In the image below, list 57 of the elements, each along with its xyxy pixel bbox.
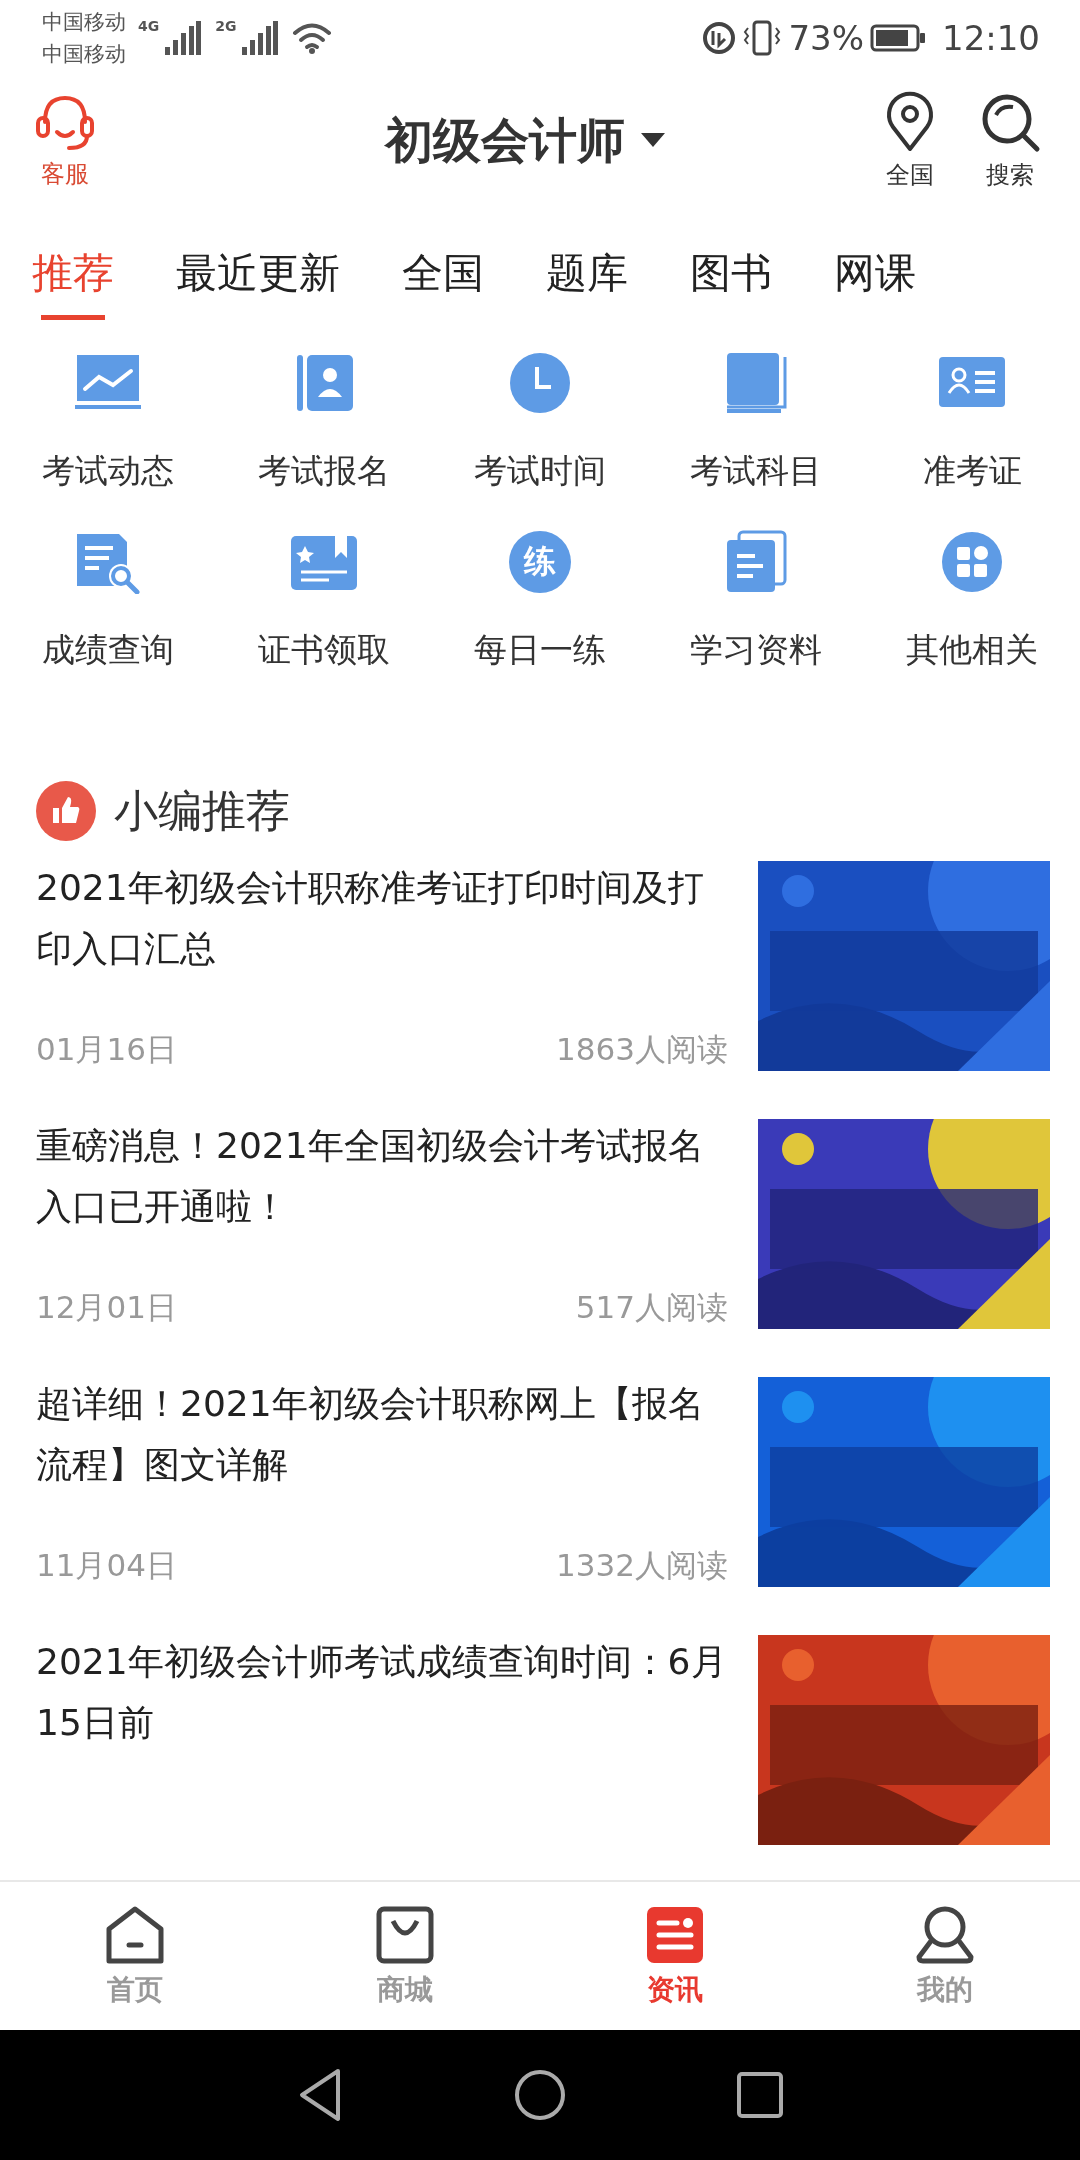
- shortcut-item[interactable]: 证书领取: [216, 530, 432, 673]
- shortcut-item[interactable]: 学习资料: [648, 530, 864, 673]
- shortcut-item[interactable]: 练 每日一练: [432, 530, 648, 673]
- category-tab[interactable]: 全国: [402, 231, 484, 320]
- carrier-name: 中国移动: [42, 9, 126, 36]
- article-title: 2021年初级会计师考试成绩查询时间：6月15日前: [36, 1640, 728, 1745]
- thumbs-up-icon: [36, 781, 96, 841]
- search-label: 搜索: [986, 160, 1034, 191]
- recents-icon[interactable]: [736, 2071, 784, 2119]
- read-count: 1863人阅读: [556, 1030, 728, 1069]
- signal-icon: [165, 21, 202, 55]
- shortcut-item[interactable]: 考试报名: [216, 351, 432, 494]
- category-tab[interactable]: 最近更新: [176, 231, 340, 320]
- shortcut-item[interactable]: 成绩查询: [0, 530, 216, 673]
- article-date: 01月16日: [36, 1030, 177, 1069]
- location-pin-icon: [884, 91, 936, 153]
- article-title: 超详细！2021年初级会计职称网上【报名流程】图文详解: [36, 1382, 705, 1487]
- location-button[interactable]: 全国: [860, 91, 960, 191]
- article-item[interactable]: 2021年初级会计师考试成绩查询时间：6月15日前: [36, 1635, 1050, 1845]
- article-date: 12月01日: [36, 1288, 177, 1327]
- network-type: 4G: [138, 18, 160, 34]
- battery-icon: [870, 24, 926, 52]
- shortcut-item[interactable]: 其他相关: [864, 530, 1080, 673]
- practice-icon: 练: [509, 531, 571, 593]
- read-count: 517人阅读: [575, 1288, 728, 1327]
- signal-icon: [242, 21, 279, 55]
- category-tab[interactable]: 网课: [834, 231, 916, 320]
- caret-icon: [641, 133, 665, 149]
- read-count: 1332人阅读: [556, 1546, 728, 1585]
- category-tab[interactable]: 题库: [546, 231, 628, 320]
- search-button[interactable]: 搜索: [960, 91, 1060, 191]
- clock-time: 12:10: [942, 18, 1040, 58]
- category-tab[interactable]: 推荐: [32, 231, 114, 320]
- article-title: 重磅消息！2021年全国初级会计考试报名入口已开通啦！: [36, 1124, 705, 1229]
- article-title: 2021年初级会计职称准考证打印时间及打印入口汇总: [36, 866, 705, 971]
- article-date: 11月04日: [36, 1546, 177, 1585]
- wifi-icon: [292, 22, 333, 54]
- home-icon[interactable]: [514, 2069, 566, 2121]
- shortcut-item[interactable]: 考试时间: [432, 351, 648, 494]
- category-tab[interactable]: 图书: [690, 231, 772, 320]
- shortcut-item[interactable]: 考试动态: [0, 351, 216, 494]
- vibrate-icon: [742, 20, 783, 56]
- title-dropdown[interactable]: 初级会计师: [100, 109, 860, 173]
- article-item[interactable]: 重磅消息！2021年全国初级会计考试报名入口已开通啦！ 12月01日 517人阅读: [36, 1119, 1050, 1329]
- shortcut-item[interactable]: 考试科目: [648, 351, 864, 494]
- article-item[interactable]: 2021年初级会计职称准考证打印时间及打印入口汇总 01月16日 1863人阅读: [36, 861, 1050, 1071]
- network-type: 2G: [215, 18, 237, 34]
- article-item[interactable]: 超详细！2021年初级会计职称网上【报名流程】图文详解 11月04日 1332人阅读: [36, 1377, 1050, 1587]
- nav-tab[interactable]: 资讯: [540, 1882, 810, 2030]
- carrier-name: 中国移动: [42, 41, 126, 68]
- location-label: 全国: [886, 160, 934, 191]
- service-label: 客服: [41, 159, 89, 190]
- battery-percent: 73%: [788, 18, 864, 58]
- data-saver-icon: [702, 21, 737, 55]
- section-title: 小编推荐: [114, 783, 290, 838]
- shortcut-item[interactable]: 准考证: [864, 351, 1080, 494]
- customer-service-button[interactable]: 客服: [30, 92, 100, 190]
